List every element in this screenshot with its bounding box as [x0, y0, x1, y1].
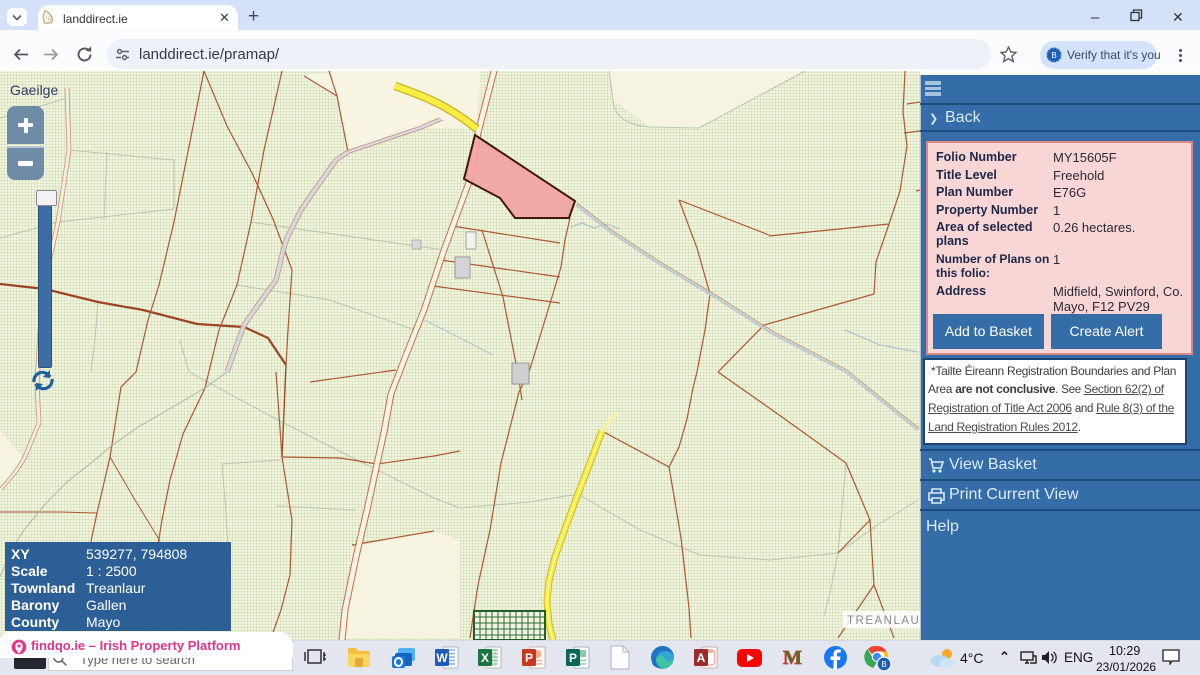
svg-text:A: A: [697, 651, 706, 665]
svg-text:P: P: [569, 651, 577, 665]
svg-text:B: B: [1051, 51, 1056, 60]
svg-text:X: X: [481, 651, 489, 665]
svg-text:TREANLAUR: TREANLAUR: [847, 615, 920, 627]
svg-text:P: P: [525, 651, 533, 665]
svg-text:B: B: [881, 660, 886, 669]
svg-text:W: W: [436, 651, 448, 665]
svg-text:M: M: [783, 647, 802, 669]
